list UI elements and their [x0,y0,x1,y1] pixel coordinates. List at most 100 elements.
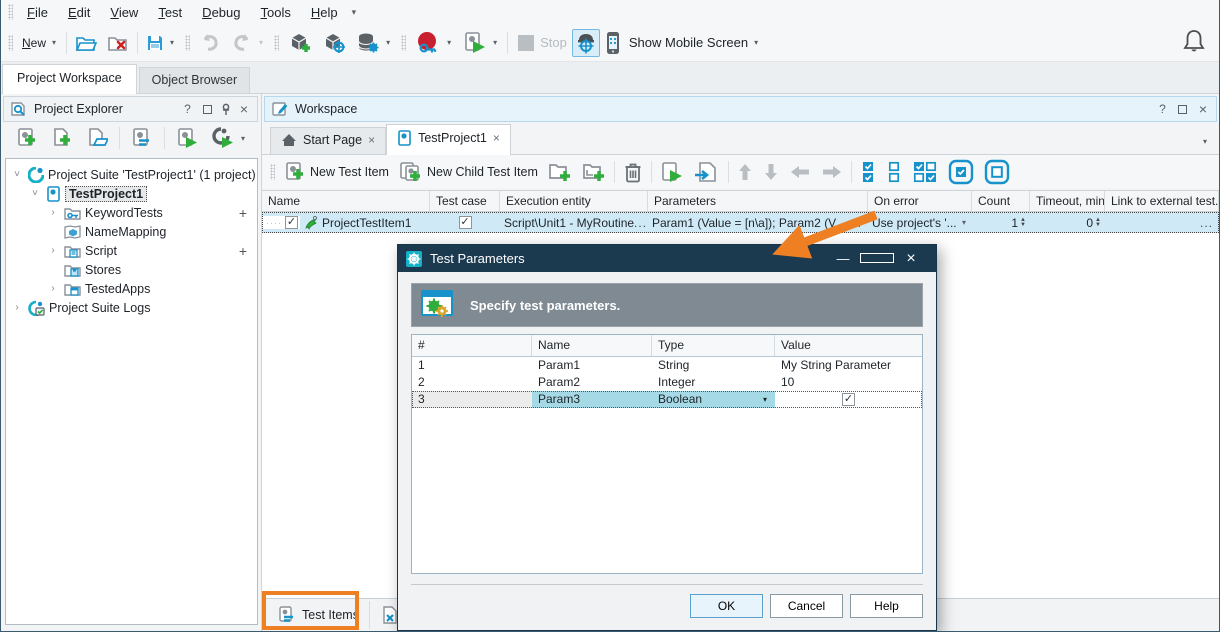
menu-overflow-icon[interactable]: ▾ [348,7,361,18]
delete-button[interactable] [618,158,648,186]
column-header-link-external[interactable]: Link to external test... [1105,191,1219,211]
toolbar-grip[interactable] [185,35,190,51]
tree-item-stores[interactable]: Stores [6,260,257,279]
type-dropdown-icon[interactable]: ▾ [761,391,769,408]
chevron-down-icon[interactable]: ▾ [491,38,499,47]
run-focused-button[interactable] [689,158,725,186]
parameter-row[interactable]: 2 Param2 Integer 10 [412,374,922,391]
close-tab-icon[interactable]: × [493,131,500,145]
column-header-name[interactable]: Name [532,335,652,356]
menu-tools[interactable]: Tools [250,3,300,22]
panel-maximize-button[interactable] [1178,105,1187,114]
column-header-name[interactable]: Name [262,191,430,211]
new-test-item-button[interactable]: New Test Item [279,158,394,186]
add-child-plus-button[interactable]: + [239,243,247,259]
object-spy-cube-button[interactable] [317,29,351,57]
chevron-expanded-icon[interactable]: ˅ [10,169,24,180]
dialog-close-button[interactable]: × [894,250,928,268]
column-header-type[interactable]: Type [652,335,775,356]
record-test-button[interactable]: ▾ [410,28,458,58]
tab-project-workspace[interactable]: Project Workspace [2,64,137,94]
count-spinner[interactable]: ▲▼ [1020,218,1026,228]
add-existing-item-button[interactable] [81,124,113,152]
pause-on-spy-toggle[interactable] [572,29,600,57]
column-header-execution-entity[interactable]: Execution entity [500,191,648,211]
new-child-test-item-button[interactable]: New Child Test Item [394,158,543,186]
close-tab-icon[interactable]: × [368,133,375,147]
chevron-collapsed-icon[interactable]: › [46,207,60,218]
tree-item-keywordtests[interactable]: › KeywordTests + [6,203,257,222]
organize-test-items-button[interactable] [126,124,158,152]
chevron-down-icon[interactable]: ▾ [445,38,453,47]
param-value-checkbox[interactable]: ✓ [842,393,855,406]
pin-icon[interactable] [221,103,231,115]
notifications-bell-button[interactable] [1182,28,1206,54]
column-header-value[interactable]: Value [775,335,922,356]
chevron-down-icon[interactable]: ▾ [168,38,176,47]
undo-button[interactable] [194,30,226,56]
new-child-group-button[interactable] [577,159,611,185]
menu-test[interactable]: Test [148,3,192,22]
parameter-row[interactable]: 1 Param1 String My String Parameter [412,357,922,374]
tree-item-testproject1[interactable]: ˅ TestProject1 [6,184,257,203]
invert-checks-button[interactable] [907,157,943,187]
panel-close-button[interactable]: × [237,104,251,114]
test-case-checkbox[interactable]: ✓ [459,216,472,229]
dialog-maximize-button[interactable] [860,251,894,266]
close-project-button[interactable] [102,31,134,55]
database-settings-button[interactable]: ▾ [351,29,397,57]
chevron-collapsed-icon[interactable]: › [46,245,60,256]
toolbar-grip[interactable] [8,35,13,51]
menu-file[interactable]: File [17,3,58,22]
toolbar-grip[interactable] [8,4,13,20]
row-grip-icon[interactable]: ···· [266,218,282,228]
add-tested-app-button[interactable] [283,29,317,57]
chevron-down-icon[interactable]: ▾ [752,38,760,47]
uncheck-all-button[interactable] [881,157,907,187]
toolbar-grip[interactable] [274,35,279,51]
cancel-button[interactable]: Cancel [770,594,843,618]
add-child-plus-button[interactable]: + [239,205,247,221]
menu-debug[interactable]: Debug [192,3,250,22]
help-button[interactable]: Help [850,594,923,618]
new-group-button[interactable] [543,159,577,185]
menu-help[interactable]: Help [301,3,348,22]
toolbar-grip[interactable] [401,35,406,51]
tab-test-items[interactable]: Test Items [268,601,370,629]
check-selected-button[interactable] [943,156,979,188]
menu-edit[interactable]: Edit [58,3,100,22]
panel-maximize-button[interactable] [203,105,212,114]
column-header-parameters[interactable]: Parameters [648,191,868,211]
column-header-on-error[interactable]: On error [868,191,972,211]
ok-button[interactable]: OK [690,594,763,618]
chevron-collapsed-icon[interactable]: › [46,283,60,294]
open-file-button[interactable] [70,31,102,55]
timeout-spinner[interactable]: ▲▼ [1095,218,1101,228]
column-header-num[interactable]: # [412,335,532,356]
chevron-down-icon[interactable]: ▾ [384,38,392,47]
tab-start-page[interactable]: Start Page × [270,127,386,154]
row-enabled-checkbox[interactable]: ✓ [285,216,298,229]
toolbar-grip[interactable] [270,164,275,180]
param-type-dropdown[interactable]: Boolean ▾ [652,391,775,408]
tree-item-script[interactable]: › Script + [6,241,257,260]
dialog-minimize-button[interactable]: — [826,251,860,266]
panel-close-button[interactable]: × [1196,104,1210,114]
redo-button[interactable]: ▾ [226,30,270,56]
parameters-browse-button[interactable]: ... [849,216,864,230]
on-error-dropdown-icon[interactable]: ▾ [960,218,968,227]
chevron-collapsed-icon[interactable]: › [10,302,24,313]
new-button[interactable]: New ▾ [17,33,63,53]
tab-testproject1[interactable]: TestProject1 × [386,124,511,155]
column-header-count[interactable]: Count [972,191,1030,211]
run-project-suite-button[interactable]: ▾ [206,124,252,152]
run-selected-button[interactable] [655,158,689,186]
run-project-button[interactable] [171,124,203,152]
test-item-row[interactable]: ···· ✓ ProjectTestItem1 ✓ Script\Unit1 -… [262,212,1219,233]
tab-object-browser[interactable]: Object Browser [139,67,250,93]
chevron-expanded-icon[interactable]: ˅ [28,188,42,199]
execution-entity-browse-button[interactable]: ... [634,216,648,230]
check-all-button[interactable] [855,157,881,187]
tab-list-dropdown-icon[interactable]: ▾ [1201,137,1209,146]
tree-item-project-suite[interactable]: ˅ Project Suite 'TestProject1' (1 projec… [6,165,257,184]
